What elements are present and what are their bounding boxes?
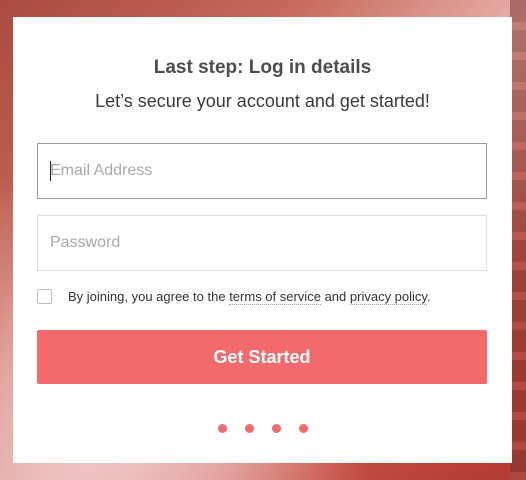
page-title: Last step: Log in details [153, 57, 372, 78]
step-dot-1 [217, 424, 227, 433]
signup-card: Last step: Log in details Let’s secure y… [13, 17, 512, 463]
text-cursor [50, 161, 51, 181]
step-dot-3 [271, 424, 281, 433]
step-indicator [13, 424, 512, 433]
get-started-button[interactable]: Get Started [37, 330, 487, 384]
password-field[interactable] [37, 215, 487, 271]
consent-prefix: By joining, you agree to the [68, 288, 226, 304]
step-dot-2 [244, 424, 254, 433]
terms-checkbox[interactable] [37, 288, 52, 304]
consent-middle: and [324, 288, 347, 304]
terms-consent: By joining, you agree to the terms of se… [37, 287, 431, 305]
consent-text: By joining, you agree to the terms of se… [68, 288, 431, 305]
privacy-policy-link[interactable]: privacy policy [349, 288, 427, 305]
terms-of-service-link[interactable]: terms of service [229, 288, 321, 305]
step-dot-4 [298, 424, 308, 433]
email-field[interactable] [37, 143, 487, 199]
consent-suffix: . [426, 288, 431, 304]
page-subtitle: Let’s secure your account and get starte… [95, 91, 430, 111]
